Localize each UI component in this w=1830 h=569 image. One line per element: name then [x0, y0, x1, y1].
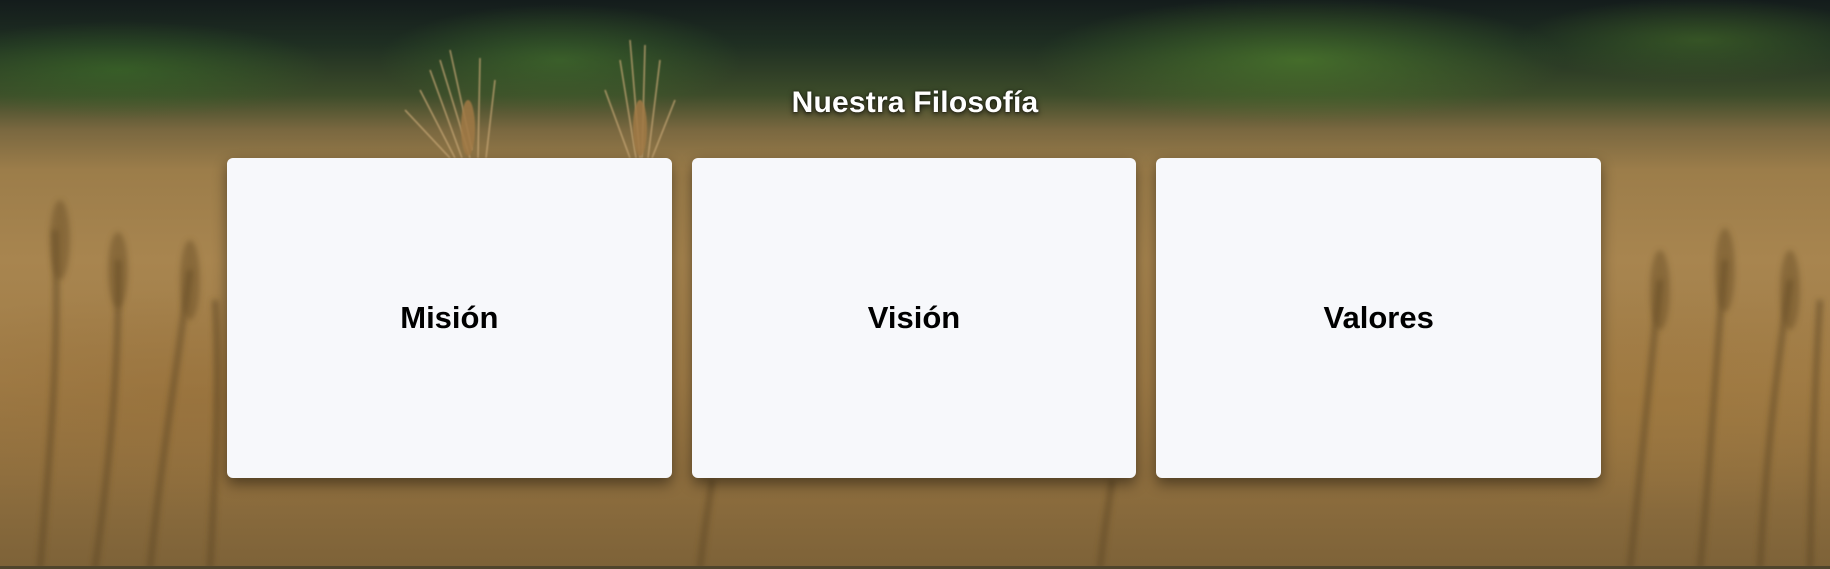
card-mision[interactable]: Misión	[227, 158, 672, 478]
card-valores[interactable]: Valores	[1156, 158, 1602, 478]
philosophy-cards: Misión Visión Valores	[227, 158, 1602, 478]
card-title: Visión	[867, 300, 961, 335]
card-title: Valores	[1323, 300, 1434, 335]
philosophy-section: Nuestra Filosofía Misión Visión Valores	[0, 0, 1830, 569]
card-vision[interactable]: Visión	[691, 158, 1137, 478]
card-title: Misión	[400, 300, 499, 335]
section-title: Nuestra Filosofía	[791, 86, 1039, 119]
